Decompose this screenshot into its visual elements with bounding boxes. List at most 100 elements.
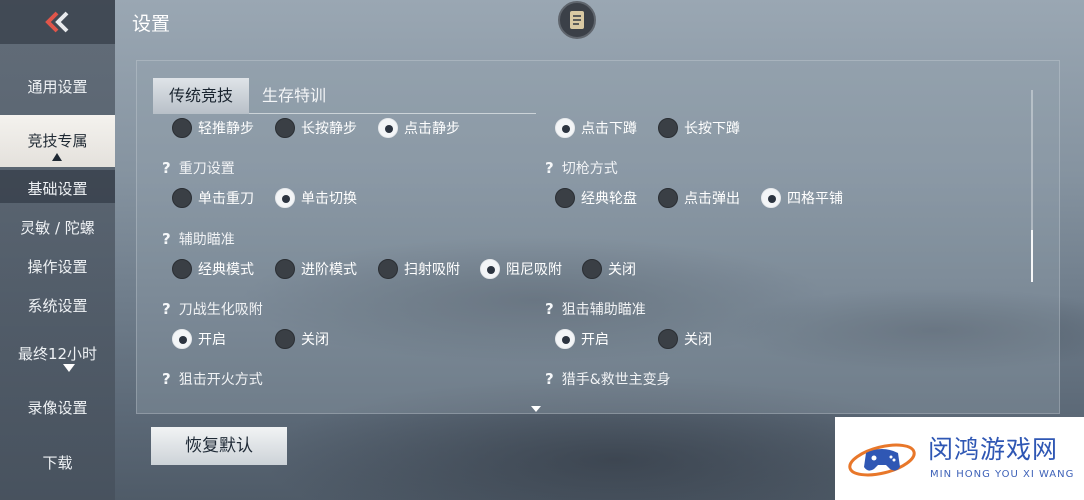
sidebar-item-competitive[interactable]: 竞技专属	[0, 115, 115, 167]
option-label: 长按静步	[301, 121, 357, 137]
option-label: 点击下蹲	[581, 121, 637, 137]
option-classic-mode[interactable]: 经典模式	[172, 258, 254, 280]
sidebar-item-sensitivity[interactable]: 灵敏 / 陀螺	[0, 217, 115, 238]
radio-icon	[555, 188, 575, 208]
option-single-heavy[interactable]: 单击重刀	[172, 187, 254, 209]
scroll-down-icon[interactable]	[531, 406, 541, 412]
radio-icon	[658, 329, 678, 349]
option-label: 点击弹出	[684, 191, 740, 207]
tab-traditional[interactable]: 传统竞技	[153, 78, 249, 114]
option-label: 开启	[581, 332, 609, 348]
back-chevron-icon	[44, 11, 68, 33]
sidebar: 通用设置 竞技专属 基础设置 灵敏 / 陀螺 操作设置 系统设置 最终12小时 …	[0, 0, 115, 500]
option-label: 单击重刀	[198, 191, 254, 207]
option-blade-on[interactable]: 开启	[172, 328, 226, 350]
help-icon[interactable]: ?	[545, 370, 554, 388]
option-spray-snap[interactable]: 扫射吸附	[378, 258, 460, 280]
watermark-subtext: MIN HONG YOU XI WANG	[930, 469, 1075, 480]
section-aim-assist: ? 辅助瞄准	[162, 229, 235, 249]
section-title: 狙击开火方式	[178, 372, 263, 388]
section-title: 重刀设置	[178, 161, 235, 177]
radio-icon	[582, 259, 602, 279]
section-sniper-fire: ? 狙击开火方式	[162, 369, 263, 389]
notes-button[interactable]	[558, 1, 596, 39]
radio-icon	[378, 259, 398, 279]
option-label: 开启	[198, 332, 226, 348]
section-switch-gun: ? 切枪方式	[545, 158, 618, 178]
option-label: 经典模式	[198, 262, 254, 278]
sidebar-item-final-12h[interactable]: 最终12小时	[0, 343, 115, 364]
option-advanced-mode[interactable]: 进阶模式	[275, 258, 357, 280]
help-icon[interactable]: ?	[545, 300, 554, 318]
option-sniper-off[interactable]: 关闭	[658, 328, 712, 350]
sidebar-item-replay[interactable]: 录像设置	[0, 397, 115, 418]
help-icon[interactable]: ?	[545, 159, 554, 177]
sidebar-item-label: 灵敏 / 陀螺	[20, 219, 95, 237]
watermark-logo-icon	[848, 443, 916, 477]
option-sniper-on[interactable]: 开启	[555, 328, 609, 350]
sidebar-item-label: 下载	[42, 454, 73, 472]
option-gentle-walk[interactable]: 轻推静步	[172, 117, 254, 139]
option-four-grid[interactable]: 四格平铺	[761, 187, 843, 209]
section-heavy-blade: ? 重刀设置	[162, 158, 235, 178]
option-blade-off[interactable]: 关闭	[275, 328, 329, 350]
sidebar-item-label: 最终12小时	[17, 345, 98, 363]
sidebar-item-label: 操作设置	[27, 258, 88, 276]
tab-bar: 传统竞技 生存特训	[153, 78, 536, 114]
radio-icon	[172, 118, 192, 138]
radio-icon	[658, 118, 678, 138]
section-title: 猎手&救世主变身	[561, 372, 671, 388]
option-tap-popup[interactable]: 点击弹出	[658, 187, 740, 209]
option-label: 扫射吸附	[404, 262, 460, 278]
sidebar-item-label: 系统设置	[27, 297, 88, 315]
sidebar-item-label: 录像设置	[27, 399, 88, 417]
help-icon[interactable]: ?	[162, 300, 171, 318]
option-damping-snap[interactable]: 阻尼吸附	[480, 258, 562, 280]
sidebar-item-label: 通用设置	[27, 78, 88, 96]
option-hold-crouch[interactable]: 长按下蹲	[658, 117, 740, 139]
option-label: 关闭	[684, 332, 712, 348]
scrollbar-thumb[interactable]	[1031, 230, 1033, 282]
tab-survival[interactable]: 生存特训	[249, 78, 339, 114]
sidebar-item-label: 基础设置	[27, 180, 88, 198]
option-aim-off[interactable]: 关闭	[582, 258, 636, 280]
radio-selected-icon	[555, 118, 575, 138]
radio-selected-icon	[172, 329, 192, 349]
help-icon[interactable]: ?	[162, 159, 171, 177]
option-tap-walk[interactable]: 点击静步	[378, 117, 460, 139]
radio-icon	[275, 329, 295, 349]
radio-icon	[275, 259, 295, 279]
option-label: 阻尼吸附	[506, 262, 562, 278]
option-label: 四格平铺	[787, 191, 843, 207]
sidebar-item-basic[interactable]: 基础设置	[0, 178, 115, 199]
expand-down-icon	[63, 364, 75, 372]
option-label: 轻推静步	[198, 121, 254, 137]
help-icon[interactable]: ?	[162, 370, 171, 388]
sidebar-item-controls[interactable]: 操作设置	[0, 256, 115, 277]
document-icon	[570, 11, 584, 29]
sidebar-item-download[interactable]: 下载	[0, 452, 115, 473]
option-classic-wheel[interactable]: 经典轮盘	[555, 187, 637, 209]
watermark-text: 闵鸿游戏网	[928, 435, 1059, 464]
radio-icon	[275, 118, 295, 138]
back-button[interactable]	[0, 0, 115, 44]
option-label: 进阶模式	[301, 262, 357, 278]
section-title: 狙击辅助瞄准	[561, 302, 646, 318]
expand-up-icon	[52, 153, 62, 161]
radio-selected-icon	[480, 259, 500, 279]
sidebar-item-label: 竞技专属	[27, 132, 88, 150]
help-icon[interactable]: ?	[162, 230, 171, 248]
section-title: 切枪方式	[561, 161, 618, 177]
reset-default-button[interactable]: 恢复默认	[151, 427, 287, 465]
radio-icon	[658, 188, 678, 208]
sidebar-item-system[interactable]: 系统设置	[0, 295, 115, 316]
option-tap-crouch[interactable]: 点击下蹲	[555, 117, 637, 139]
option-single-switch[interactable]: 单击切换	[275, 187, 357, 209]
radio-selected-icon	[761, 188, 781, 208]
radio-icon	[172, 259, 192, 279]
option-hold-walk[interactable]: 长按静步	[275, 117, 357, 139]
radio-selected-icon	[275, 188, 295, 208]
sidebar-item-general[interactable]: 通用设置	[0, 76, 115, 97]
option-label: 单击切换	[301, 191, 357, 207]
section-blade-zombie: ? 刀战生化吸附	[162, 299, 263, 319]
